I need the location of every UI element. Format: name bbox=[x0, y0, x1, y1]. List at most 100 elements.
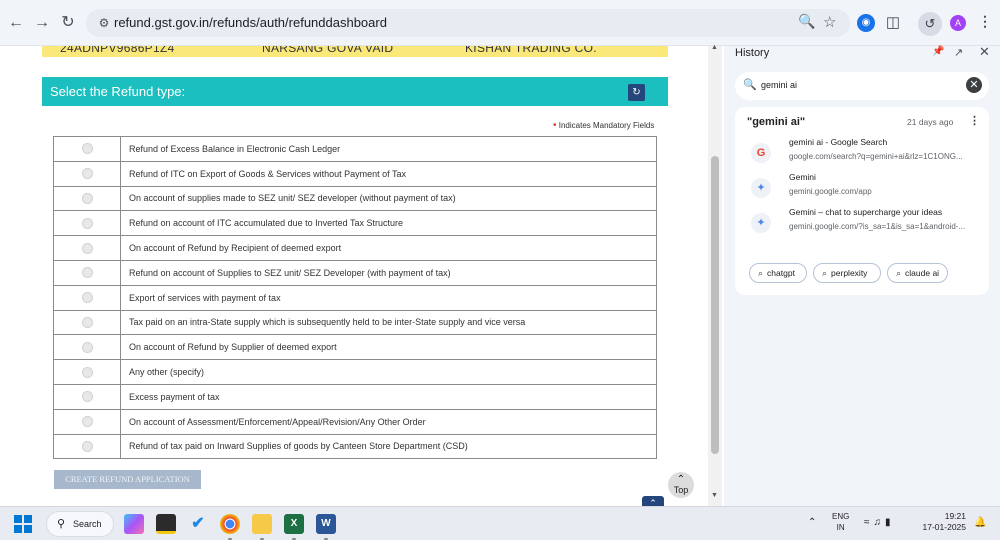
refund-option-radio[interactable] bbox=[81, 366, 93, 378]
refund-option-row[interactable]: Refund of tax paid on Inward Supplies of… bbox=[53, 433, 657, 460]
clock-time: 19:21 bbox=[944, 511, 966, 521]
open-in-new-tab-icon[interactable]: ↗ bbox=[954, 46, 963, 59]
refund-option-row[interactable]: Any other (specify) bbox=[53, 359, 657, 385]
refund-option-radio-cell bbox=[53, 408, 121, 435]
refund-type-title: Select the Refund type: bbox=[50, 84, 186, 99]
refund-option-label: Tax paid on an intra-State supply which … bbox=[120, 309, 657, 336]
refund-option-radio-cell bbox=[53, 284, 121, 311]
history-panel-toggle-icon[interactable]: ↺ bbox=[918, 12, 942, 36]
refund-option-radio[interactable] bbox=[81, 341, 93, 353]
clear-search-icon[interactable]: ✕ bbox=[966, 77, 982, 93]
scrollbar-thumb[interactable] bbox=[711, 156, 719, 454]
related-search-chip[interactable]: ⌕ perplexity bbox=[813, 263, 881, 283]
windows-start-icon[interactable] bbox=[14, 515, 32, 533]
close-icon[interactable]: ✕ bbox=[979, 44, 990, 60]
refund-option-radio-cell bbox=[53, 259, 121, 286]
todo-check-icon[interactable]: ✔ bbox=[188, 514, 208, 534]
taskbar-search-box[interactable]: ⚲ Search bbox=[46, 511, 114, 537]
language-indicator[interactable]: ENG IN bbox=[832, 511, 849, 533]
refund-option-radio-cell bbox=[53, 136, 121, 162]
refund-option-row[interactable]: Excess payment of tax bbox=[53, 383, 657, 410]
refund-option-radio[interactable] bbox=[81, 267, 93, 279]
chevron-up-icon[interactable]: ⌃ bbox=[642, 496, 664, 506]
related-search-chip[interactable]: ⌕ claude ai bbox=[887, 263, 948, 283]
word-icon[interactable]: W bbox=[316, 514, 336, 540]
refund-option-radio[interactable] bbox=[81, 441, 93, 453]
refund-option-radio[interactable] bbox=[81, 143, 93, 155]
scroll-up-icon[interactable]: ▲ bbox=[711, 44, 718, 51]
mandatory-note-text: Indicates Mandatory Fields bbox=[558, 121, 655, 130]
refund-option-radio-cell bbox=[53, 160, 121, 187]
taskbar-clock[interactable]: 19:21 17-01-2025 bbox=[918, 511, 966, 533]
sticky-notes-icon[interactable] bbox=[156, 514, 176, 534]
legal-name-value: NARSANG GOVA VAID bbox=[262, 46, 394, 55]
refund-option-row[interactable]: Refund of Excess Balance in Electronic C… bbox=[53, 136, 657, 162]
history-entry[interactable]: ✦ Gemini gemini.google.com/app bbox=[735, 170, 989, 204]
refund-option-label: Refund of ITC on Export of Goods & Servi… bbox=[120, 160, 657, 187]
refund-option-radio[interactable] bbox=[81, 217, 93, 229]
browser-menu-icon[interactable]: ⋮ bbox=[978, 13, 992, 30]
scroll-down-icon[interactable]: ▼ bbox=[711, 492, 718, 499]
page-scrollbar[interactable]: ▲ ▼ bbox=[708, 44, 722, 506]
refund-option-radio[interactable] bbox=[81, 391, 93, 403]
refund-option-radio[interactable] bbox=[81, 292, 93, 304]
refund-option-row[interactable]: Export of services with payment of tax bbox=[53, 284, 657, 311]
url-text[interactable]: refund.gst.gov.in/refunds/auth/refunddas… bbox=[114, 15, 387, 30]
profile-avatar[interactable]: A bbox=[950, 15, 966, 31]
taskbar-search-label: Search bbox=[73, 519, 102, 529]
refund-option-radio[interactable] bbox=[81, 317, 93, 329]
site-info-icon[interactable]: ⚙ bbox=[95, 14, 113, 32]
refund-option-radio[interactable] bbox=[81, 416, 93, 428]
history-search-query[interactable]: gemini ai bbox=[761, 80, 797, 90]
history-group-card: "gemini ai" 21 days ago ⋮ Ggemini ai - G… bbox=[735, 107, 989, 295]
caret-up-icon: ⌃ bbox=[676, 474, 686, 485]
history-entry[interactable]: ✦ Gemini – chat to supercharge your ideas… bbox=[735, 205, 989, 239]
more-options-icon[interactable]: ⋮ bbox=[969, 114, 980, 127]
refund-option-label: Refund of tax paid on Inward Supplies of… bbox=[120, 433, 657, 460]
refund-option-row[interactable]: Tax paid on an intra-State supply which … bbox=[53, 309, 657, 336]
search-icon: ⚲ bbox=[57, 518, 66, 530]
related-search-chip[interactable]: ⌕ chatgpt bbox=[749, 263, 807, 283]
history-entry-url: google.com/search?q=gemini+ai&rlz=1C1ONG… bbox=[789, 152, 963, 161]
extension-icon[interactable]: ◉ bbox=[857, 14, 875, 32]
refund-option-row[interactable]: Refund on account of ITC accumulated due… bbox=[53, 210, 657, 237]
network-volume-battery-icons[interactable]: ≈♫▮ bbox=[864, 517, 895, 528]
pin-icon[interactable]: 📌 bbox=[932, 46, 944, 57]
history-search-input[interactable]: 🔍 gemini ai ✕ bbox=[735, 72, 989, 100]
file-explorer-icon[interactable] bbox=[252, 514, 272, 540]
tray-overflow-icon[interactable]: ⌃ bbox=[808, 517, 816, 528]
history-group-time: 21 days ago bbox=[907, 117, 954, 127]
scroll-to-top-button[interactable]: ⌃ Top bbox=[668, 472, 694, 498]
refresh-icon[interactable]: ↻ bbox=[628, 84, 645, 101]
gemini-icon: ✦ bbox=[751, 213, 771, 233]
refund-option-label: Refund on account of ITC accumulated due… bbox=[120, 210, 657, 237]
refund-type-header: Select the Refund type: ↻ bbox=[42, 77, 668, 106]
address-bar[interactable]: ⚙ refund.gst.gov.in/refunds/auth/refundd… bbox=[86, 9, 850, 37]
reload-icon[interactable]: ↻ bbox=[58, 13, 78, 33]
forward-icon[interactable]: → bbox=[32, 13, 52, 33]
refund-option-row[interactable]: Refund of ITC on Export of Goods & Servi… bbox=[53, 160, 657, 187]
refund-option-row[interactable]: On account of Refund by Recipient of dee… bbox=[53, 235, 657, 261]
related-search-label: claude ai bbox=[905, 268, 940, 278]
chrome-icon[interactable] bbox=[220, 514, 240, 540]
refund-option-radio[interactable] bbox=[81, 242, 93, 254]
refund-option-row[interactable]: On account of supplies made to SEZ unit/… bbox=[53, 185, 657, 212]
back-icon[interactable]: ← bbox=[6, 13, 26, 33]
notification-bell-icon[interactable]: 🔔 bbox=[974, 517, 986, 528]
excel-icon[interactable]: X bbox=[284, 514, 304, 540]
extensions-puzzle-icon[interactable]: ◫ bbox=[884, 14, 902, 32]
refund-option-row[interactable]: On account of Assessment/Enforcement/App… bbox=[53, 408, 657, 435]
bookmark-star-icon[interactable]: ☆ bbox=[823, 13, 836, 31]
copilot-icon[interactable] bbox=[124, 514, 144, 534]
refund-option-radio[interactable] bbox=[81, 193, 93, 205]
refund-option-label: Refund on account of Supplies to SEZ uni… bbox=[120, 259, 657, 286]
zoom-icon[interactable]: 🔍 bbox=[798, 13, 815, 30]
refund-option-row[interactable]: On account of Refund by Supplier of deem… bbox=[53, 334, 657, 361]
create-refund-application-button[interactable]: CREATE REFUND APPLICATION bbox=[54, 470, 201, 489]
refund-option-label: Any other (specify) bbox=[120, 359, 657, 385]
refund-option-radio[interactable] bbox=[81, 168, 93, 180]
history-entry[interactable]: Ggemini ai - Google Search google.com/sea… bbox=[735, 135, 989, 169]
refund-option-radio-cell bbox=[53, 309, 121, 336]
history-group-title: "gemini ai" bbox=[747, 116, 806, 128]
refund-option-row[interactable]: Refund on account of Supplies to SEZ uni… bbox=[53, 259, 657, 286]
